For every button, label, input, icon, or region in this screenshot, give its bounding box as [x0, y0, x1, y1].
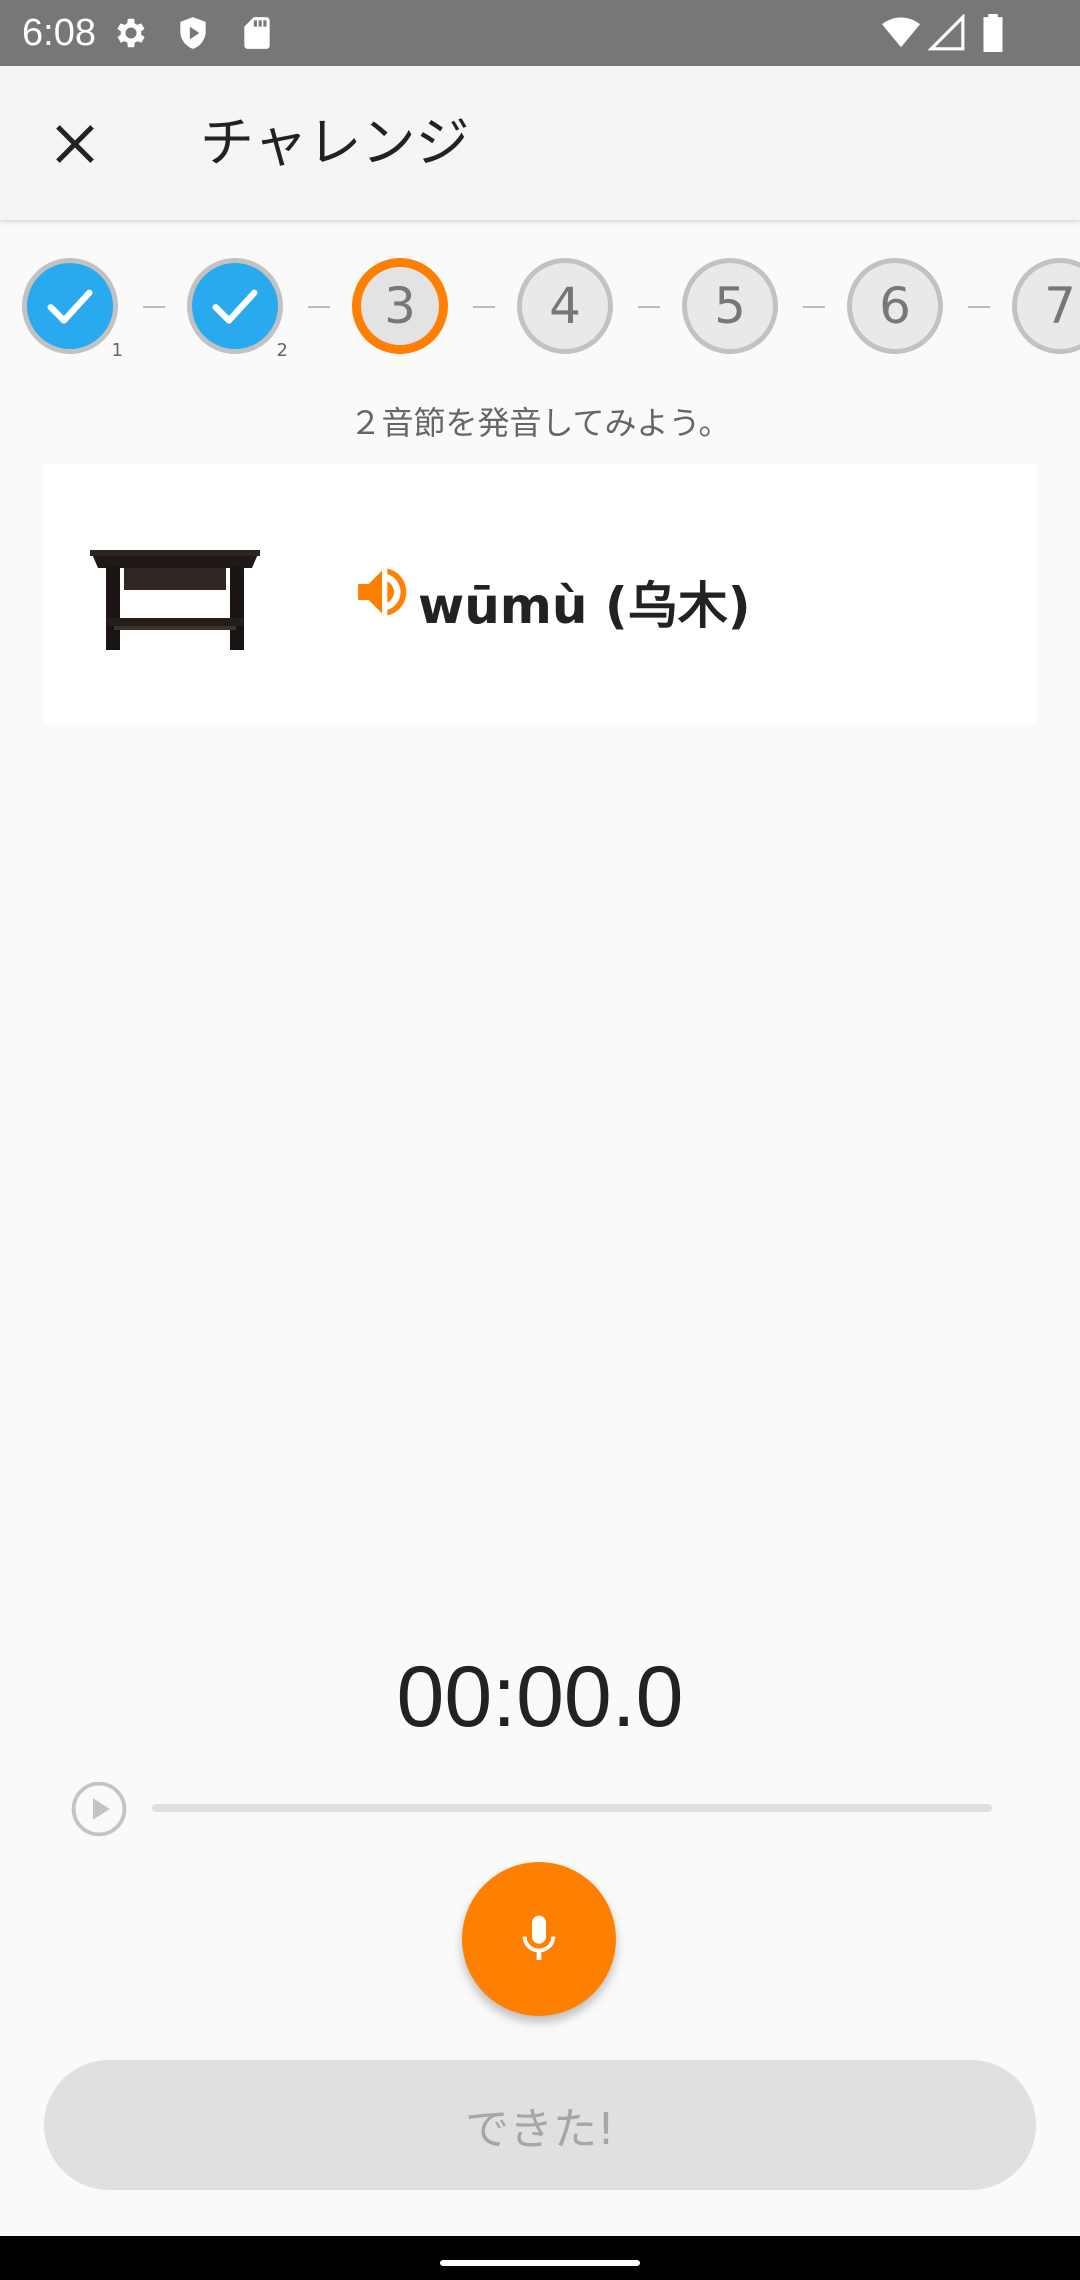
step-connector — [308, 306, 330, 308]
step-number: 6 — [879, 277, 911, 335]
step-number: 1 — [111, 340, 123, 358]
step-indicator: 1 2 3 4 5 6 7 — [0, 258, 1080, 358]
navigation-bar — [0, 2236, 1080, 2280]
play-icon[interactable] — [70, 1780, 128, 1838]
status-time: 6:08 — [22, 12, 96, 54]
step-7: 7 — [1012, 258, 1080, 354]
microphone-icon — [522, 1915, 556, 1960]
record-button[interactable] — [462, 1862, 616, 2016]
step-5: 5 — [682, 258, 778, 354]
step-number: 7 — [1044, 277, 1076, 335]
step-number: 4 — [549, 277, 581, 335]
app-bar: チャレンジ — [0, 66, 1080, 220]
wifi-icon — [882, 17, 920, 48]
step-3: 3 — [352, 258, 448, 354]
word-text: wūmù (乌木) — [418, 577, 751, 635]
step-number: 2 — [276, 340, 288, 358]
check-icon — [212, 289, 258, 324]
check-icon — [47, 289, 93, 324]
speaker-icon[interactable] — [350, 560, 414, 624]
table-image — [90, 550, 260, 650]
step-connector — [968, 306, 990, 308]
shield-icon — [180, 17, 206, 49]
step-connector — [473, 306, 495, 308]
battery-icon — [983, 14, 1003, 52]
close-button[interactable] — [40, 109, 110, 179]
step-number: 3 — [384, 277, 416, 335]
step-connector — [638, 306, 660, 308]
page-title: チャレンジ — [200, 111, 470, 174]
done-button[interactable]: できた! — [44, 2060, 1036, 2190]
step-2: 2 — [187, 258, 288, 358]
step-6: 6 — [847, 258, 943, 354]
home-indicator[interactable] — [440, 2260, 640, 2266]
sd-card-icon — [244, 17, 270, 49]
record-timer: 00:00.0 — [396, 1649, 684, 1745]
step-connector — [803, 306, 825, 308]
close-icon — [56, 125, 94, 163]
step-connector — [143, 306, 165, 308]
playback-progress[interactable] — [152, 1804, 992, 1812]
gear-icon — [117, 18, 145, 48]
instruction-text: ２音節を発音してみよう。 — [349, 404, 731, 442]
word-card: wūmù (乌木) — [44, 464, 1036, 724]
step-1: 1 — [22, 258, 123, 358]
step-4: 4 — [517, 258, 613, 354]
step-number: 5 — [714, 277, 746, 335]
signal-icon — [928, 14, 965, 51]
status-bar: 6:08 — [0, 0, 1080, 66]
